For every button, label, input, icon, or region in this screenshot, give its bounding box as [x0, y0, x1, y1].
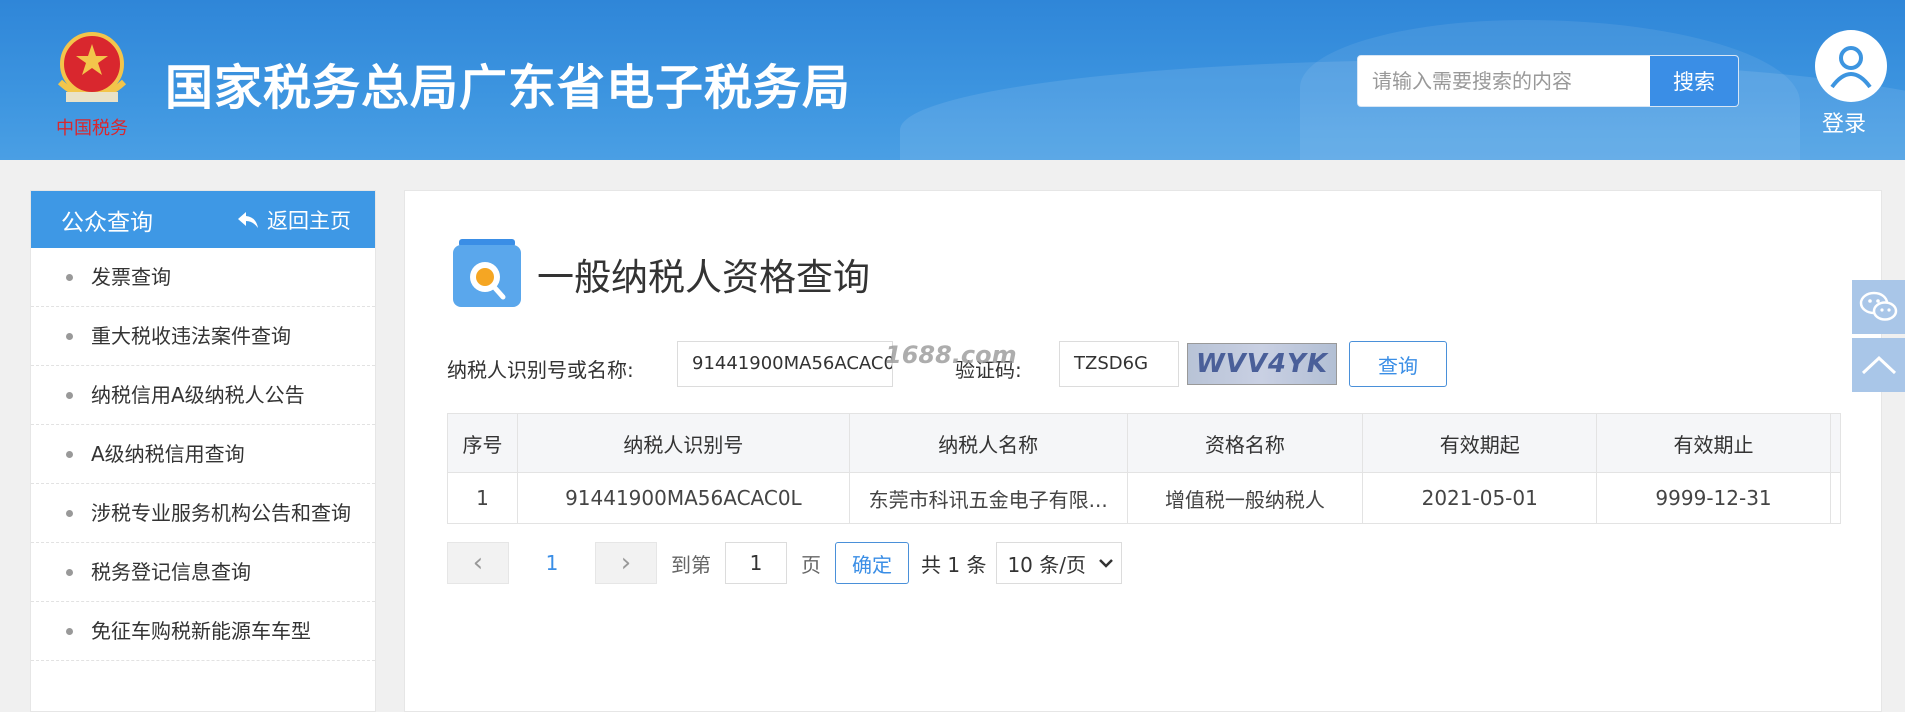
column-header: 纳税人识别号: [516, 413, 850, 473]
column-header: 序号: [447, 413, 518, 473]
wechat-float-button[interactable]: [1852, 280, 1905, 334]
site-title: 国家税务总局广东省电子税务局: [165, 60, 852, 116]
column-header-filler: [1829, 413, 1842, 473]
sidebar-item-tax-service-agencies[interactable]: 涉税专业服务机构公告和查询: [31, 484, 375, 543]
table-cell: 东莞市科讯五金电子有限...: [848, 472, 1128, 524]
wechat-icon: [1859, 291, 1897, 321]
prev-page-button[interactable]: ‹: [447, 542, 509, 584]
back-home-label: 返回主页: [267, 208, 351, 233]
sidebar-item-a-level-announcement[interactable]: 纳税信用A级纳税人公告: [31, 366, 375, 425]
query-button[interactable]: 查询: [1349, 341, 1447, 387]
back-home-link[interactable]: 返回主页: [237, 205, 351, 235]
page-title: 一般纳税人资格查询: [537, 256, 870, 299]
sidebar-item-new-energy-vehicles[interactable]: 免征车购税新能源车车型: [31, 602, 375, 661]
emblem-text: 中国税务: [56, 118, 128, 139]
sidebar-item-a-level-credit-query[interactable]: A级纳税信用查询: [31, 425, 375, 484]
table-cell-filler: [1829, 472, 1842, 524]
back-to-top-icon: [1861, 355, 1896, 375]
goto-page-input[interactable]: 1: [725, 542, 787, 584]
sidebar-item-tax-violation-cases[interactable]: 重大税收违法案件查询: [31, 307, 375, 366]
goto-confirm-button[interactable]: 确定: [835, 542, 909, 584]
page-size-select[interactable]: 10 条/页: [996, 542, 1123, 584]
back-arrow-icon: [238, 211, 258, 228]
captcha-image[interactable]: WVV4YK: [1187, 343, 1337, 385]
result-table: 序号 纳税人识别号 纳税人名称 资格名称 有效期起 有效期止 1 9144190…: [447, 413, 1842, 524]
emblem-logo: 中国税务: [56, 32, 128, 139]
login-link[interactable]: 登录: [1822, 106, 1866, 138]
column-header: 纳税人名称: [848, 413, 1128, 473]
sidebar-header: 公众查询 返回主页: [31, 191, 375, 248]
goto-label: 到第: [671, 552, 711, 577]
search-box: 搜索: [1357, 55, 1739, 107]
table-cell: 2021-05-01: [1362, 472, 1598, 524]
table-header-row: 序号 纳税人识别号 纳税人名称 资格名称 有效期起 有效期止: [447, 413, 1842, 473]
main-panel: 一般纳税人资格查询 纳税人识别号或名称: 91441900MA56ACAC0L …: [404, 190, 1882, 712]
query-page-icon: [453, 239, 521, 307]
table-row[interactable]: 1 91441900MA56ACAC0L 东莞市科讯五金电子有限... 增值税一…: [447, 472, 1842, 524]
total-count: 共 1 条: [921, 552, 987, 577]
user-icon: [1830, 46, 1872, 89]
sidebar: 公众查询 返回主页 发票查询 重大税收违法案件查询 纳税信用A级纳税人公告 A级…: [30, 190, 376, 712]
chevron-down-icon: [1099, 559, 1114, 568]
pagination: ‹ 1 › 到第 1 页 确定 共 1 条 10 条/页: [447, 541, 1123, 585]
sidebar-title: 公众查询: [61, 209, 153, 236]
column-header: 有效期止: [1596, 413, 1831, 473]
table-cell: 9999-12-31: [1596, 472, 1831, 524]
column-header: 有效期起: [1362, 413, 1598, 473]
next-page-button[interactable]: ›: [595, 542, 657, 584]
table-cell: 增值税一般纳税人: [1126, 472, 1364, 524]
captcha-input[interactable]: TZSD6G: [1059, 341, 1179, 387]
current-page-number[interactable]: 1: [509, 551, 595, 575]
page-suffix: 页: [801, 552, 821, 577]
page-size-value: 10 条/页: [1007, 552, 1086, 577]
search-button[interactable]: 搜索: [1649, 56, 1738, 106]
sidebar-item-invoice-query[interactable]: 发票查询: [31, 248, 375, 307]
column-header: 资格名称: [1126, 413, 1364, 473]
back-to-top-button[interactable]: [1852, 338, 1905, 392]
taxpayer-label: 纳税人识别号或名称:: [447, 358, 634, 382]
sidebar-item-tax-registration-query[interactable]: 税务登记信息查询: [31, 543, 375, 602]
table-cell: 1: [447, 472, 518, 524]
user-avatar[interactable]: [1815, 30, 1887, 102]
taxpayer-input[interactable]: 91441900MA56ACAC0L: [677, 341, 893, 387]
watermark: 1688.com: [885, 341, 1017, 369]
search-input[interactable]: [1358, 56, 1649, 106]
site-header: 中国税务 国家税务总局广东省电子税务局 搜索 登录: [0, 0, 1905, 160]
table-cell: 91441900MA56ACAC0L: [516, 472, 850, 524]
